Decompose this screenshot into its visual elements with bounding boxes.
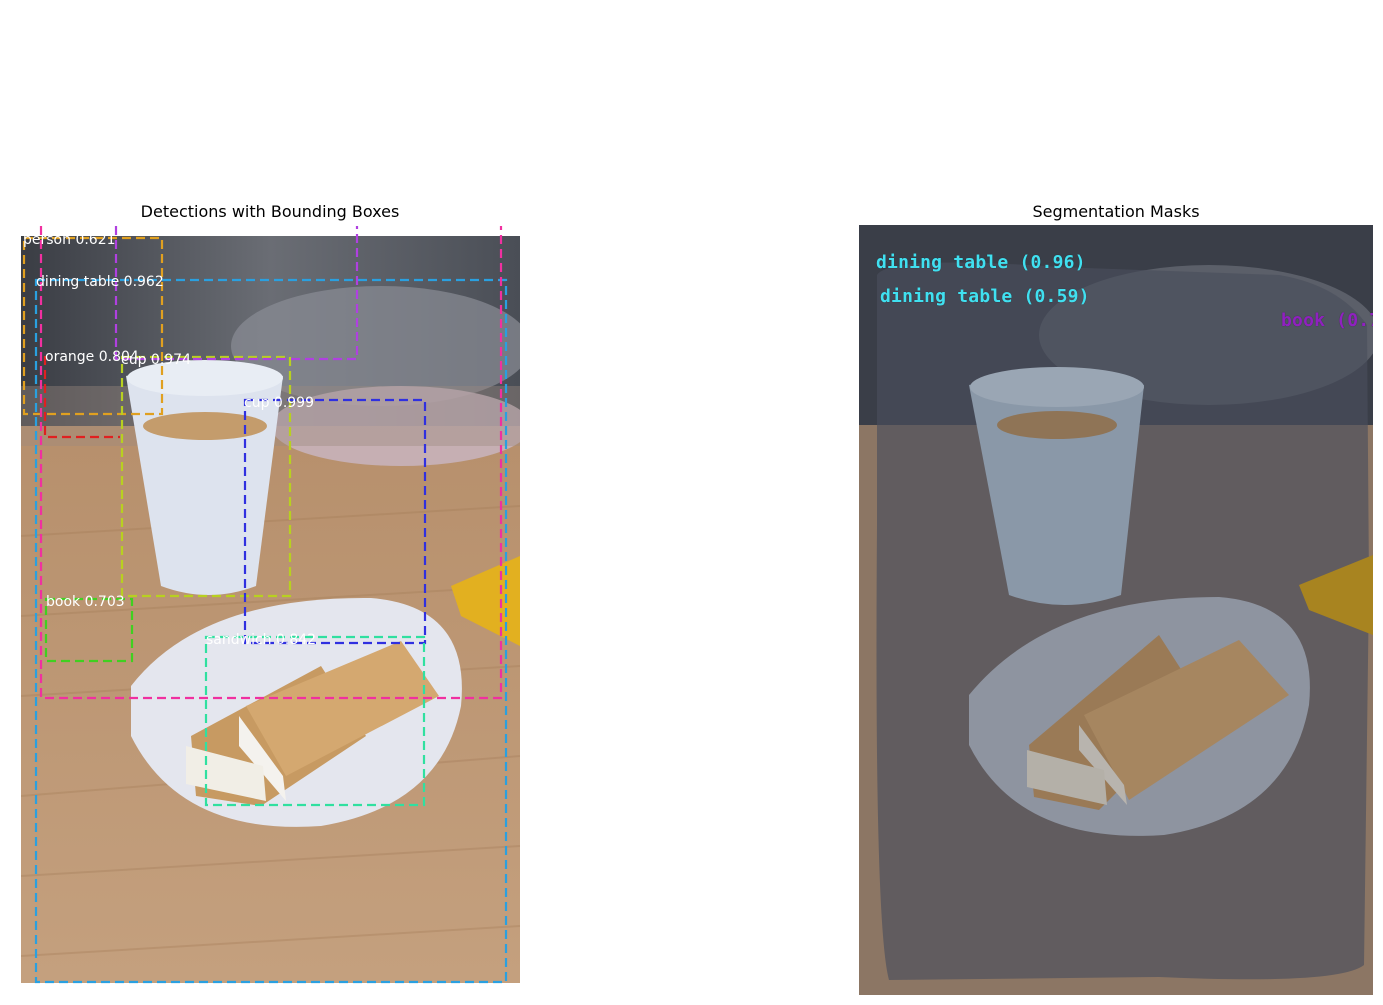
mask-label: dining table (0.59) — [880, 286, 1090, 307]
bbox-cup-0999 — [243, 398, 427, 645]
bbox-orange — [43, 356, 120, 439]
mask-label: dining table (0.96) — [876, 252, 1086, 273]
detection-label: cup 0.999 — [244, 395, 314, 411]
segmentation-image — [859, 225, 1373, 995]
bbox-magenta — [39, 226, 503, 700]
detection-label: dining table 0.962 — [36, 274, 164, 290]
food-photo-right — [859, 225, 1373, 995]
detection-label: sandwich 0.842 — [206, 632, 317, 648]
bbox-dining-table — [34, 278, 508, 984]
detection-label: book 0.703 — [46, 594, 125, 610]
mask-label: book (0.7 — [1281, 310, 1373, 331]
bbox-cup-0974 — [120, 355, 292, 598]
detection-label: cup 0.974 — [121, 352, 191, 368]
detection-label: person 0.621 — [23, 232, 116, 248]
bbox-purple — [114, 226, 359, 361]
bbox-sandwich — [204, 635, 426, 807]
